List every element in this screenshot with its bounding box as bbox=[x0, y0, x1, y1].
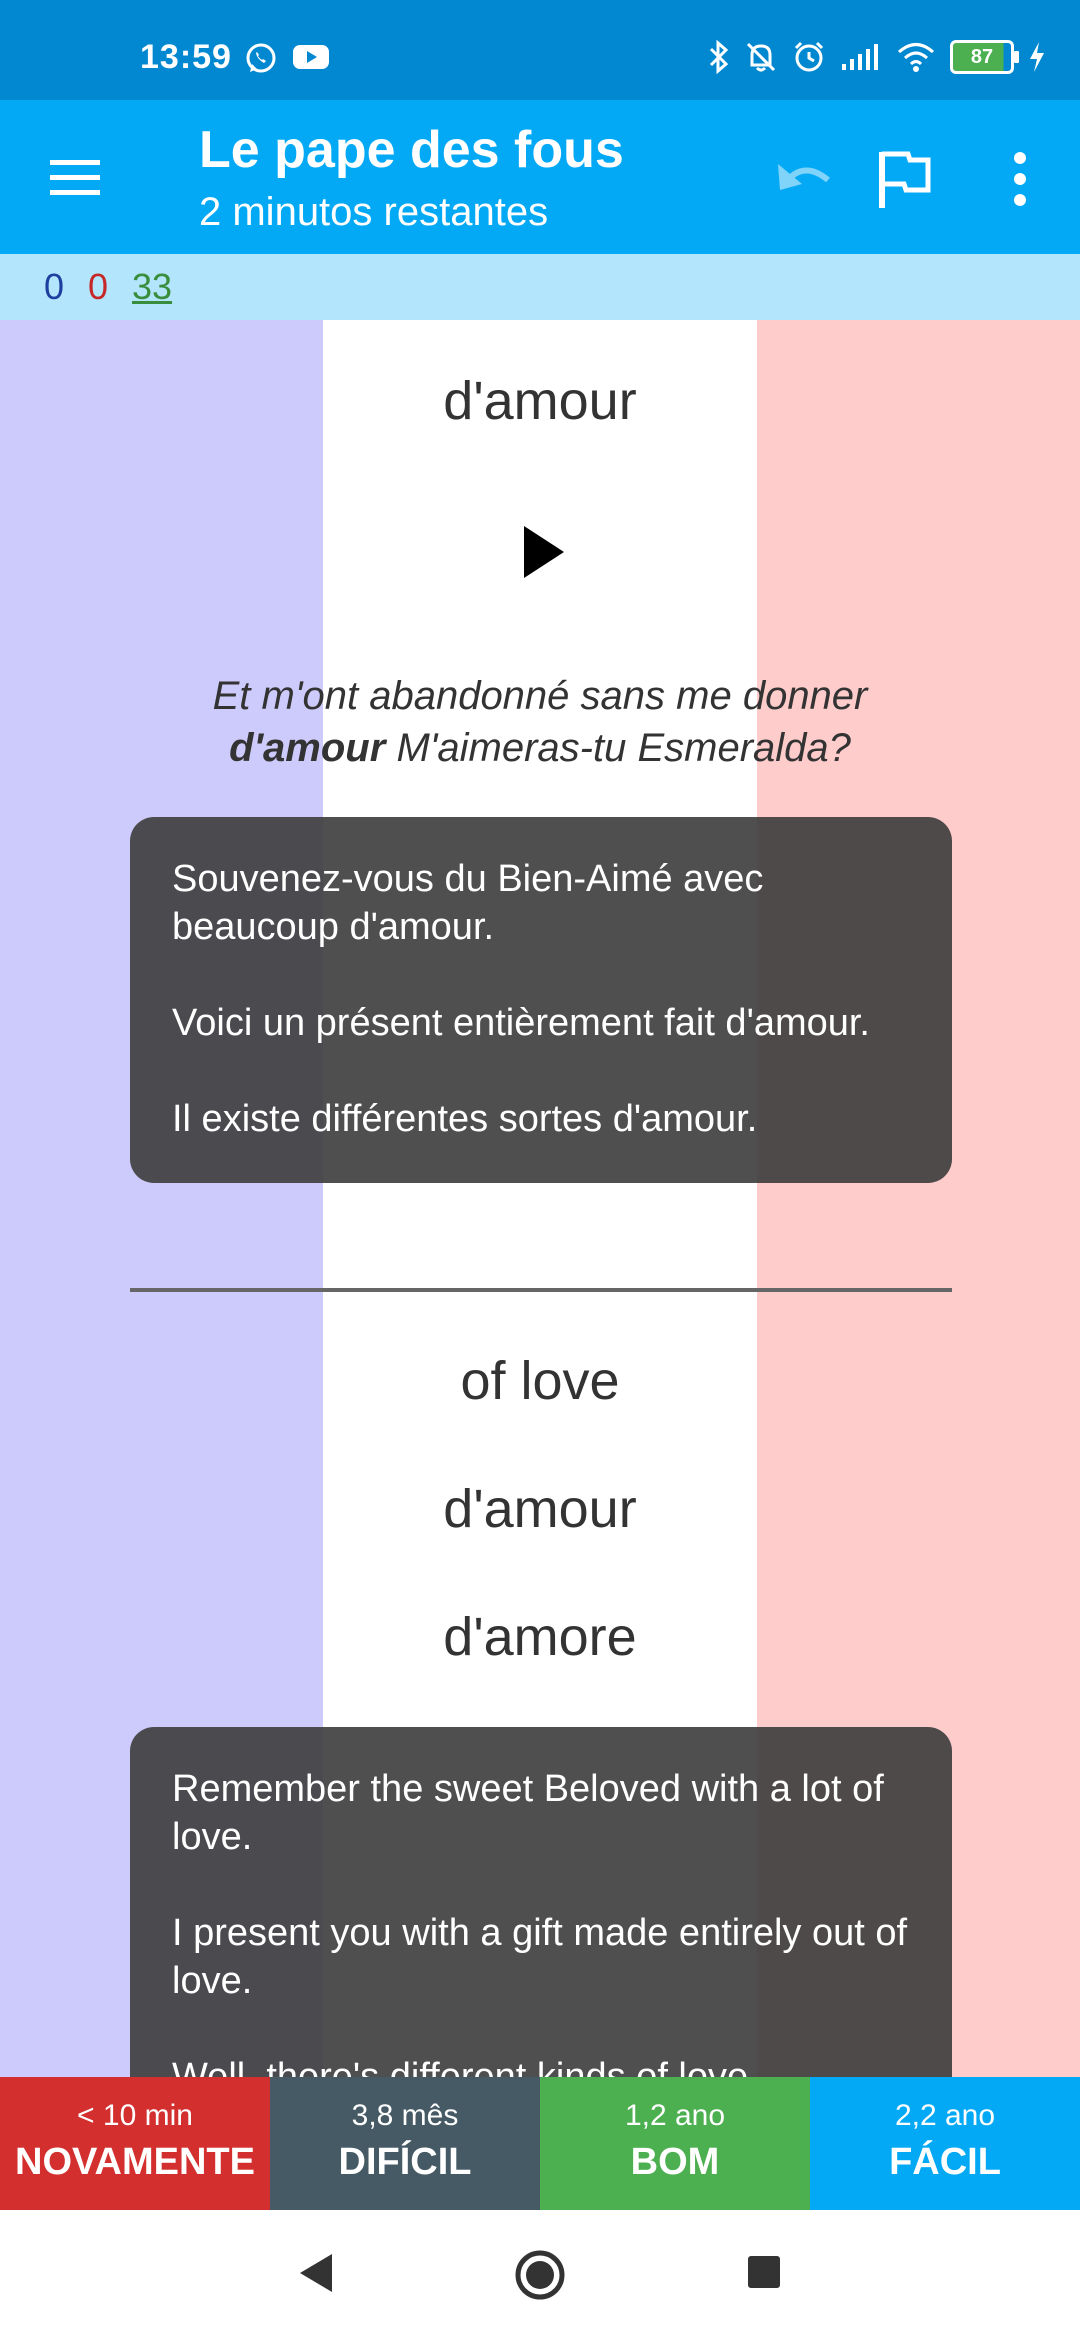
charging-icon bbox=[1030, 42, 1044, 72]
good-label: BOM bbox=[630, 2141, 720, 2183]
bell-off-icon bbox=[746, 42, 776, 72]
home-icon[interactable] bbox=[513, 2248, 567, 2302]
menu-icon[interactable] bbox=[44, 146, 106, 208]
wifi-icon bbox=[898, 43, 934, 72]
battery-icon: 87 bbox=[950, 40, 1019, 74]
status-bar: 13:59 87 bbox=[0, 0, 1080, 100]
translation-french: d'amour bbox=[443, 1479, 637, 1539]
context-sentence: Et m'ont abandonné sans me donner d'amou… bbox=[150, 670, 930, 774]
translation-english: of love bbox=[460, 1351, 620, 1411]
english-examples-box: Remember the sweet Beloved with a lot of… bbox=[130, 1727, 952, 2077]
system-nav-bar bbox=[0, 2210, 1080, 2340]
again-interval: < 10 min bbox=[77, 2099, 193, 2132]
signal-icon bbox=[842, 44, 878, 70]
review-count: 33 bbox=[132, 266, 173, 307]
youtube-icon bbox=[293, 45, 329, 69]
alarm-icon bbox=[794, 41, 824, 72]
battery-level: 87 bbox=[970, 45, 994, 68]
french-example: Il existe différentes sortes d'amour. bbox=[172, 1098, 758, 1140]
status-system-icons: 87 bbox=[708, 40, 1046, 74]
hard-label: DIFÍCIL bbox=[338, 2141, 472, 2183]
english-example: Well, there's different kinds of love. bbox=[172, 2056, 759, 2077]
easy-interval: 2,2 ano bbox=[894, 2099, 996, 2132]
deck-title: Le pape des fous bbox=[199, 121, 624, 179]
status-time: 13:59 bbox=[140, 38, 232, 76]
english-example: Remember the sweet Beloved with a lot of… bbox=[172, 1768, 884, 1858]
card-counts: 0 0 33 bbox=[0, 254, 1080, 320]
good-interval: 1,2 ano bbox=[624, 2099, 726, 2132]
french-examples-box: Souvenez-vous du Bien-Aimé avec beaucoup… bbox=[130, 817, 952, 1183]
sentence-end: M'aimeras-tu Esmeralda? bbox=[396, 726, 851, 770]
front-word: d'amour bbox=[443, 371, 637, 431]
answer-buttons: < 10 min NOVAMENTE 3,8 mês DIFÍCIL 1,2 a… bbox=[0, 2077, 1080, 2210]
easy-button[interactable]: 2,2 ano FÁCIL bbox=[810, 2077, 1080, 2210]
french-example: Voici un présent entièrement fait d'amou… bbox=[172, 1002, 870, 1044]
card-content: d'amour Et m'ont abandonné sans me donne… bbox=[0, 320, 1080, 2077]
translation-italian: d'amore bbox=[443, 1607, 637, 1667]
sentence-highlight: d'amour bbox=[229, 726, 386, 770]
flag-icon[interactable] bbox=[874, 146, 934, 212]
easy-label: FÁCIL bbox=[889, 2141, 1001, 2183]
time-remaining: 2 minutos restantes bbox=[199, 190, 549, 234]
whatsapp-icon bbox=[246, 43, 276, 73]
more-vert-icon[interactable] bbox=[1008, 146, 1032, 212]
hard-button[interactable]: 3,8 mês DIFÍCIL bbox=[270, 2077, 540, 2210]
answer-divider bbox=[130, 1288, 952, 1292]
again-label: NOVAMENTE bbox=[15, 2141, 255, 2183]
status-app-icons bbox=[244, 42, 330, 76]
bluetooth-icon bbox=[709, 40, 729, 74]
play-audio-icon[interactable] bbox=[520, 524, 568, 580]
good-button[interactable]: 1,2 ano BOM bbox=[540, 2077, 810, 2210]
sentence-start: Et m'ont abandonné sans me donner bbox=[212, 674, 868, 718]
recent-apps-icon[interactable] bbox=[746, 2254, 782, 2290]
again-button[interactable]: < 10 min NOVAMENTE bbox=[0, 2077, 270, 2210]
learning-count: 0 bbox=[88, 266, 109, 307]
hard-interval: 3,8 mês bbox=[351, 2099, 459, 2132]
english-example: I present you with a gift made entirely … bbox=[172, 1912, 908, 2002]
new-count: 0 bbox=[44, 266, 65, 307]
app-bar: Le pape des fous 2 minutos restantes bbox=[0, 100, 1080, 254]
french-example: Souvenez-vous du Bien-Aimé avec beaucoup… bbox=[172, 858, 764, 948]
undo-icon[interactable] bbox=[772, 150, 838, 208]
back-icon[interactable] bbox=[296, 2250, 336, 2296]
